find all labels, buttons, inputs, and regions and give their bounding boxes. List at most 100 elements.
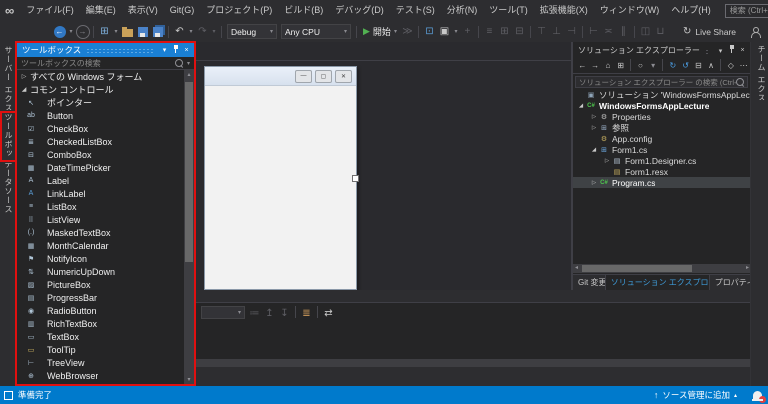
menu-tools[interactable]: ツール(T) bbox=[483, 0, 534, 21]
toggle-output-icon[interactable]: ⇄ bbox=[321, 306, 336, 321]
toolbox-item-Button[interactable]: abButton bbox=[17, 109, 184, 122]
close-icon[interactable]: × bbox=[181, 47, 192, 54]
notifications-bell-icon[interactable] bbox=[753, 391, 762, 399]
toolbox-category[interactable]: ▷コンテナー bbox=[17, 382, 184, 384]
toolbox-item-ProgressBar[interactable]: ▤ProgressBar bbox=[17, 291, 184, 304]
tree-node-Form1.cs[interactable]: ◢⊞Form1.cs bbox=[573, 144, 750, 155]
save-all-icon[interactable] bbox=[150, 24, 165, 39]
scroll-up-icon[interactable]: ▴ bbox=[184, 71, 194, 78]
toolbox-item-NumericUpDown[interactable]: ⇅NumericUpDown bbox=[17, 265, 184, 278]
quick-search-box[interactable]: 検索 (Ctrl+Q) bbox=[725, 4, 768, 18]
toolbox-item-CheckBox[interactable]: ☑CheckBox bbox=[17, 122, 184, 135]
align-rights-icon[interactable]: ⊟ bbox=[512, 24, 527, 39]
toolbox-item-PictureBox[interactable]: ▨PictureBox bbox=[17, 278, 184, 291]
home-icon[interactable]: ⌂ bbox=[602, 59, 615, 72]
vertical-spacing-icon[interactable]: ⊔ bbox=[653, 24, 668, 39]
toolbox-search-box[interactable]: ツールボックスの検索 ▾ bbox=[17, 57, 194, 70]
toolbox-item-RadioButton[interactable]: ◉RadioButton bbox=[17, 304, 184, 317]
tree-node--[interactable]: ▷⊞参照 bbox=[573, 122, 750, 133]
toolbox-item-ポインター[interactable]: ↖ポインター bbox=[17, 96, 184, 109]
platform-dropdown[interactable]: Any CPU▾ bbox=[281, 24, 351, 39]
align-tops-icon[interactable]: ⊤ bbox=[534, 24, 549, 39]
preview-icon[interactable]: ▣ bbox=[437, 24, 452, 39]
tree-node-WindowsFormsAppLecture[interactable]: ◢C#WindowsFormsAppLecture bbox=[573, 100, 750, 111]
menu-help[interactable]: ヘルプ(H) bbox=[665, 0, 717, 21]
navigate-forward-icon[interactable]: → bbox=[75, 24, 90, 39]
collapse-all-icon[interactable]: ∧ bbox=[705, 59, 718, 72]
align-centers-icon[interactable]: ⊞ bbox=[497, 24, 512, 39]
refresh-icon[interactable]: ↺ bbox=[679, 59, 692, 72]
collapsed-icon[interactable]: ▷ bbox=[590, 125, 598, 131]
tab-solution-explorer[interactable]: ソリューション エクスプローラー bbox=[606, 275, 710, 290]
horizontal-scrollbar[interactable]: ◂ ▸ bbox=[573, 264, 751, 273]
tree-node-Properties[interactable]: ▷⚙Properties bbox=[573, 111, 750, 122]
menu-window[interactable]: ウィンドウ(W) bbox=[594, 0, 666, 21]
sidebar-tab-team-explorer[interactable]: チーム エクスプローラー bbox=[756, 45, 767, 100]
menu-analyze[interactable]: 分析(N) bbox=[441, 0, 484, 21]
scrollbar-thumb[interactable] bbox=[582, 265, 692, 272]
dropdown-icon[interactable]: ▾ bbox=[112, 24, 120, 39]
tree-node-App.config[interactable]: ⚙App.config bbox=[573, 133, 750, 144]
undo-icon[interactable]: ↶ bbox=[172, 24, 187, 39]
toolbox-titlebar[interactable]: ツールボックス ▾ × bbox=[17, 43, 194, 57]
navigate-back-icon[interactable]: ← bbox=[52, 24, 67, 39]
menu-project[interactable]: プロジェクト(P) bbox=[200, 0, 278, 21]
close-icon[interactable]: × bbox=[737, 47, 748, 54]
dropdown-icon[interactable]: ▾ bbox=[452, 24, 460, 39]
collapsed-panel-strip[interactable] bbox=[196, 359, 750, 367]
live-share-button[interactable]: Live Share bbox=[695, 27, 736, 37]
tree-node-Form1.resx[interactable]: ▤Form1.resx bbox=[573, 166, 750, 177]
toolbox-item-ListView[interactable]: ⠿ListView bbox=[17, 213, 184, 226]
toolbox-scrollbar[interactable]: ▴ ▾ bbox=[184, 70, 194, 384]
scroll-down-icon[interactable]: ▾ bbox=[184, 376, 194, 383]
menu-debug[interactable]: デバッグ(D) bbox=[329, 0, 390, 21]
menu-extensions[interactable]: 拡張機能(X) bbox=[534, 0, 594, 21]
make-same-height-icon[interactable]: ≍ bbox=[601, 24, 616, 39]
horizontal-spacing-icon[interactable]: ◫ bbox=[638, 24, 653, 39]
solution-explorer-titlebar[interactable]: ソリューション エクスプローラー ▾ × bbox=[573, 44, 750, 57]
expanded-icon[interactable]: ◢ bbox=[577, 103, 585, 109]
dropdown-icon[interactable]: ▾ bbox=[210, 24, 218, 39]
toolbox-category[interactable]: ◢コモン コントロール bbox=[17, 83, 184, 96]
start-debugging-button[interactable]: ▶ 開始 ▾ bbox=[363, 25, 397, 38]
dropdown-icon[interactable]: ▾ bbox=[67, 24, 75, 39]
make-same-width-icon[interactable]: ⊢ bbox=[586, 24, 601, 39]
toolbox-item-RichTextBox[interactable]: ▥RichTextBox bbox=[17, 317, 184, 330]
align-lefts-icon[interactable]: ≡ bbox=[482, 24, 497, 39]
menu-file[interactable]: ファイル(F) bbox=[20, 0, 80, 21]
hot-reload-icon[interactable]: ≫ bbox=[400, 24, 415, 39]
scroll-right-icon[interactable]: ▸ bbox=[746, 264, 749, 273]
form-close-button[interactable]: ✕ bbox=[335, 70, 352, 83]
open-folder-icon[interactable] bbox=[120, 24, 135, 39]
forward-icon[interactable]: → bbox=[589, 59, 602, 72]
toolbox-item-WebBrowser[interactable]: ⊕WebBrowser bbox=[17, 369, 184, 382]
menu-view[interactable]: 表示(V) bbox=[122, 0, 164, 21]
designed-form[interactable]: —▢✕ bbox=[204, 66, 357, 290]
dropdown-icon[interactable]: ▾ bbox=[647, 59, 660, 72]
view-code-icon[interactable]: ◇ bbox=[724, 59, 737, 72]
word-wrap-icon[interactable]: ≣ bbox=[299, 306, 314, 321]
menu-git[interactable]: Git(G) bbox=[164, 0, 201, 21]
menu-edit[interactable]: 編集(E) bbox=[80, 0, 122, 21]
tab-properties[interactable]: プロパティ bbox=[710, 275, 751, 290]
collapsed-icon[interactable]: ▷ bbox=[590, 114, 598, 120]
resize-handle[interactable] bbox=[352, 175, 359, 182]
previous-message-icon[interactable]: ↥ bbox=[262, 306, 277, 321]
switch-views-icon[interactable]: ⊞ bbox=[614, 59, 627, 72]
tree-node--WindowsFormsAppLecture-1-1-[interactable]: ▣ソリューション 'WindowsFormsAppLecture' (1/1 プ… bbox=[573, 89, 750, 100]
save-icon[interactable] bbox=[135, 24, 150, 39]
add-icon[interactable]: + bbox=[460, 24, 475, 39]
window-position-icon[interactable]: ▾ bbox=[715, 47, 726, 55]
sidebar-tab-server-explorer[interactable]: サーバー エクスプローラー bbox=[3, 46, 14, 110]
new-project-icon[interactable]: ⊞ bbox=[97, 24, 112, 39]
pin-icon[interactable] bbox=[170, 45, 181, 56]
tree-node-Program.cs[interactable]: ▷C#Program.cs bbox=[573, 177, 750, 188]
messages-filter-icon[interactable]: ≔ bbox=[247, 306, 262, 321]
toolbox-item-ToolTip[interactable]: ▭ToolTip bbox=[17, 343, 184, 356]
toolbox-item-ComboBox[interactable]: ⊟ComboBox bbox=[17, 148, 184, 161]
solution-explorer-search-box[interactable]: ソリューション エクスプローラー の検索 (Ctrl+;) bbox=[575, 76, 748, 88]
menu-test[interactable]: テスト(S) bbox=[390, 0, 441, 21]
toolbox-item-ListBox[interactable]: ≡ListBox bbox=[17, 200, 184, 213]
expanded-icon[interactable]: ◢ bbox=[590, 147, 598, 153]
pending-changes-filter-icon[interactable]: ○ bbox=[634, 59, 647, 72]
